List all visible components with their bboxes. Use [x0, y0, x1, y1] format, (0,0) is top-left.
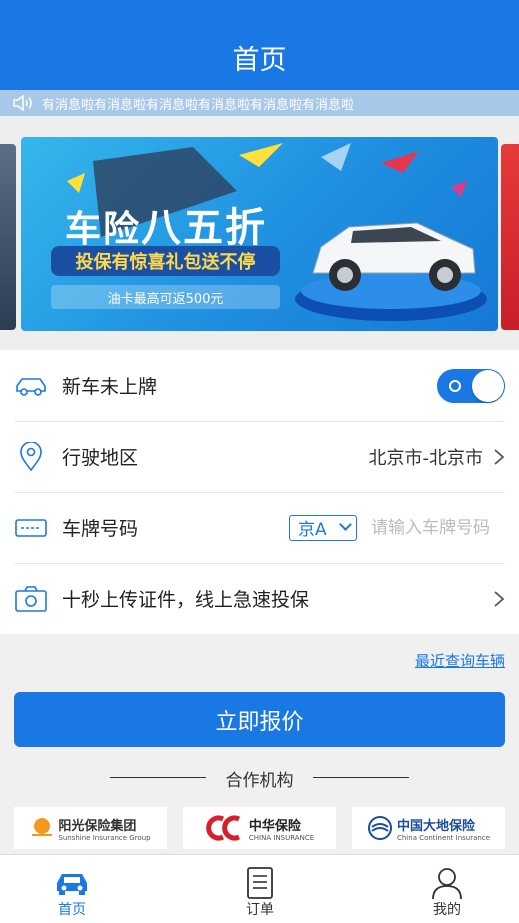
notice-bar[interactable]: 有消息啦有消息啦有消息啦有消息啦有消息啦有消息啦 [0, 90, 519, 116]
sunshine-logo-icon [32, 818, 53, 836]
tab-profile[interactable]: 我的 [387, 855, 507, 923]
partner-china-insurance[interactable]: 中华保险 CHINA INSURANCE [183, 807, 336, 849]
page-title: 首页 [232, 45, 287, 76]
partners-heading: 合作机构 [0, 766, 519, 791]
plate-row: 车牌号码 京A [0, 492, 519, 563]
tab-label: 我的 [433, 902, 461, 918]
tab-home[interactable]: 首页 [12, 855, 132, 923]
camera-icon [15, 585, 47, 612]
location-pin-icon [20, 441, 42, 471]
divider-line [110, 777, 206, 778]
china-continent-logo-icon [367, 816, 392, 840]
toggle-knob [472, 369, 504, 402]
partner-name: 中华保险 [248, 818, 301, 834]
chevron-right-icon [494, 448, 505, 465]
order-list-icon [247, 867, 273, 899]
banner-carousel[interactable]: 车险八五折 投保有惊喜礼包送不停 油卡最高可返500元 [0, 116, 519, 350]
upload-row[interactable]: 十秒上传证件，线上急速投保 [0, 563, 519, 634]
banner-headline: 车险八五折 [65, 205, 268, 251]
divider-line [313, 777, 409, 778]
plate-prefix-select[interactable]: 京A [289, 514, 357, 541]
partner-en-name: CHINA INSURANCE [248, 833, 315, 842]
new-car-toggle[interactable] [437, 368, 505, 403]
region-value: 北京市-北京市 [368, 447, 484, 469]
partner-name: 中国大地保险 [396, 818, 475, 834]
insurance-form: 新车未上牌 行驶地区 北京市-北京市 车牌号码 京A 请输入车牌号码 十秒上传证… [0, 350, 519, 634]
speaker-icon [13, 94, 32, 112]
partners-list: 阳光保险集团 Sunshine Insurance Group 中华保险 CHI… [14, 807, 505, 849]
toggle-indicator [449, 379, 461, 392]
tab-label: 首页 [58, 902, 86, 918]
notice-text: 有消息啦有消息啦有消息啦有消息啦有消息啦有消息啦 [42, 97, 355, 113]
banner-subline: 投保有惊喜礼包送不停 [51, 246, 280, 276]
app-header: 首页 [0, 0, 519, 90]
banner-promo: 油卡最高可返500元 [51, 285, 280, 309]
new-car-label: 新车未上牌 [62, 376, 158, 398]
new-car-row: 新车未上牌 [0, 350, 519, 421]
recent-vehicles-link[interactable]: 最近查询车辆 [415, 650, 505, 671]
license-plate-icon [15, 518, 47, 537]
partner-sunshine[interactable]: 阳光保险集团 Sunshine Insurance Group [14, 807, 167, 849]
plate-label: 车牌号码 [62, 518, 139, 540]
user-icon [432, 868, 462, 900]
upload-label: 十秒上传证件，线上急速投保 [62, 589, 310, 611]
car-outline-icon [16, 377, 46, 396]
promo-banner[interactable]: 车险八五折 投保有惊喜礼包送不停 油卡最高可返500元 [21, 137, 498, 331]
tab-orders[interactable]: 订单 [200, 855, 320, 923]
plate-number-input[interactable] [371, 513, 511, 542]
partner-en-name: China Continent Insurance [396, 833, 490, 842]
carousel-prev-slide[interactable] [0, 144, 16, 330]
car-image [295, 222, 487, 321]
chevron-down-icon [339, 517, 352, 531]
bottom-tab-bar: 首页 订单 我的 [0, 854, 519, 923]
carousel-next-slide[interactable] [501, 144, 519, 330]
chevron-right-icon [494, 590, 505, 607]
region-label: 行驶地区 [62, 447, 139, 469]
tab-label: 订单 [246, 902, 274, 918]
region-row[interactable]: 行驶地区 北京市-北京市 [0, 421, 519, 492]
get-quote-button[interactable]: 立即报价 [14, 692, 505, 747]
car-icon [57, 874, 87, 895]
partner-en-name: Sunshine Insurance Group [58, 833, 151, 842]
partner-name: 阳光保险集团 [58, 818, 137, 834]
partner-china-continent[interactable]: 中国大地保险 China Continent Insurance [352, 807, 505, 849]
plate-prefix-value: 京A [298, 520, 327, 540]
china-insurance-logo-icon [206, 815, 240, 841]
